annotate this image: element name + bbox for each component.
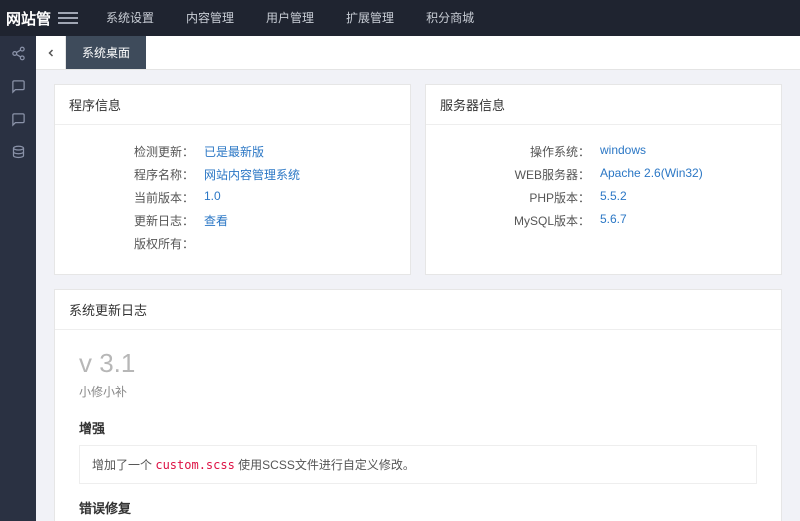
info-label: MySQL版本： bbox=[440, 212, 600, 229]
info-row: 程序名称：网站内容管理系统 bbox=[69, 166, 396, 183]
changelog-item: 增加了一个 custom.scss 使用SCSS文件进行自定义修改。 bbox=[79, 445, 757, 484]
info-value[interactable]: 查看 bbox=[204, 212, 228, 229]
info-row: WEB服务器：Apache 2.6(Win32) bbox=[440, 166, 767, 183]
info-value[interactable]: 已是最新版 bbox=[204, 143, 264, 160]
info-label: 版权所有： bbox=[69, 235, 204, 252]
info-value[interactable]: 5.5.2 bbox=[600, 189, 627, 206]
chevron-left-icon bbox=[45, 47, 57, 59]
update-log-panel: 系统更新日志 v 3.1 小修小补 增强 增加了一个 custom.scss 使… bbox=[54, 289, 782, 521]
panel-title: 系统更新日志 bbox=[55, 290, 781, 330]
code-snippet: custom.scss bbox=[155, 458, 234, 472]
top-nav: 系统设置内容管理用户管理扩展管理积分商城 bbox=[90, 0, 490, 36]
info-label: 程序名称： bbox=[69, 166, 204, 183]
info-value[interactable]: Apache 2.6(Win32) bbox=[600, 166, 703, 183]
info-row: 更新日志：查看 bbox=[69, 212, 396, 229]
info-value[interactable]: 网站内容管理系统 bbox=[204, 166, 300, 183]
panel-title: 程序信息 bbox=[55, 85, 410, 125]
top-bar: 网站管 系统设置内容管理用户管理扩展管理积分商城 bbox=[0, 0, 800, 36]
info-row: 检测更新：已是最新版 bbox=[69, 143, 396, 160]
topnav-item-3[interactable]: 扩展管理 bbox=[330, 0, 410, 36]
logo: 网站管 bbox=[0, 8, 56, 29]
version-heading: v 3.1 bbox=[79, 348, 757, 379]
topnav-item-1[interactable]: 内容管理 bbox=[170, 0, 250, 36]
share-icon[interactable] bbox=[11, 46, 26, 61]
info-row: 当前版本：1.0 bbox=[69, 189, 396, 206]
topnav-item-2[interactable]: 用户管理 bbox=[250, 0, 330, 36]
program-info-panel: 程序信息 检测更新：已是最新版程序名称：网站内容管理系统当前版本：1.0更新日志… bbox=[54, 84, 411, 275]
section-bugfix: 错误修复 bbox=[79, 498, 757, 517]
hamburger-icon[interactable] bbox=[58, 12, 78, 24]
info-label: 当前版本： bbox=[69, 189, 204, 206]
tab-system-desktop[interactable]: 系统桌面 bbox=[66, 36, 146, 69]
section-enhance: 增强 bbox=[79, 418, 757, 437]
info-label: WEB服务器： bbox=[440, 166, 600, 183]
info-value[interactable]: 5.6.7 bbox=[600, 212, 627, 229]
info-label: 检测更新： bbox=[69, 143, 204, 160]
chat-icon-2[interactable] bbox=[11, 112, 26, 127]
panel-title: 服务器信息 bbox=[426, 85, 781, 125]
topnav-item-0[interactable]: 系统设置 bbox=[90, 0, 170, 36]
info-label: 更新日志： bbox=[69, 212, 204, 229]
info-label: PHP版本： bbox=[440, 189, 600, 206]
info-row: MySQL版本：5.6.7 bbox=[440, 212, 767, 229]
info-label: 操作系统： bbox=[440, 143, 600, 160]
topnav-item-4[interactable]: 积分商城 bbox=[410, 0, 490, 36]
info-value[interactable]: 1.0 bbox=[204, 189, 221, 206]
info-row: 版权所有： bbox=[69, 235, 396, 252]
tab-row: 系统桌面 bbox=[36, 36, 800, 70]
sidebar bbox=[0, 36, 36, 521]
database-icon[interactable] bbox=[11, 145, 26, 160]
info-row: 操作系统：windows bbox=[440, 143, 767, 160]
chat-icon[interactable] bbox=[11, 79, 26, 94]
info-value[interactable]: windows bbox=[600, 143, 646, 160]
server-info-panel: 服务器信息 操作系统：windowsWEB服务器：Apache 2.6(Win3… bbox=[425, 84, 782, 275]
tab-back-button[interactable] bbox=[36, 36, 66, 69]
content-area: 程序信息 检测更新：已是最新版程序名称：网站内容管理系统当前版本：1.0更新日志… bbox=[36, 70, 800, 521]
version-subtitle: 小修小补 bbox=[79, 383, 757, 400]
info-row: PHP版本：5.5.2 bbox=[440, 189, 767, 206]
